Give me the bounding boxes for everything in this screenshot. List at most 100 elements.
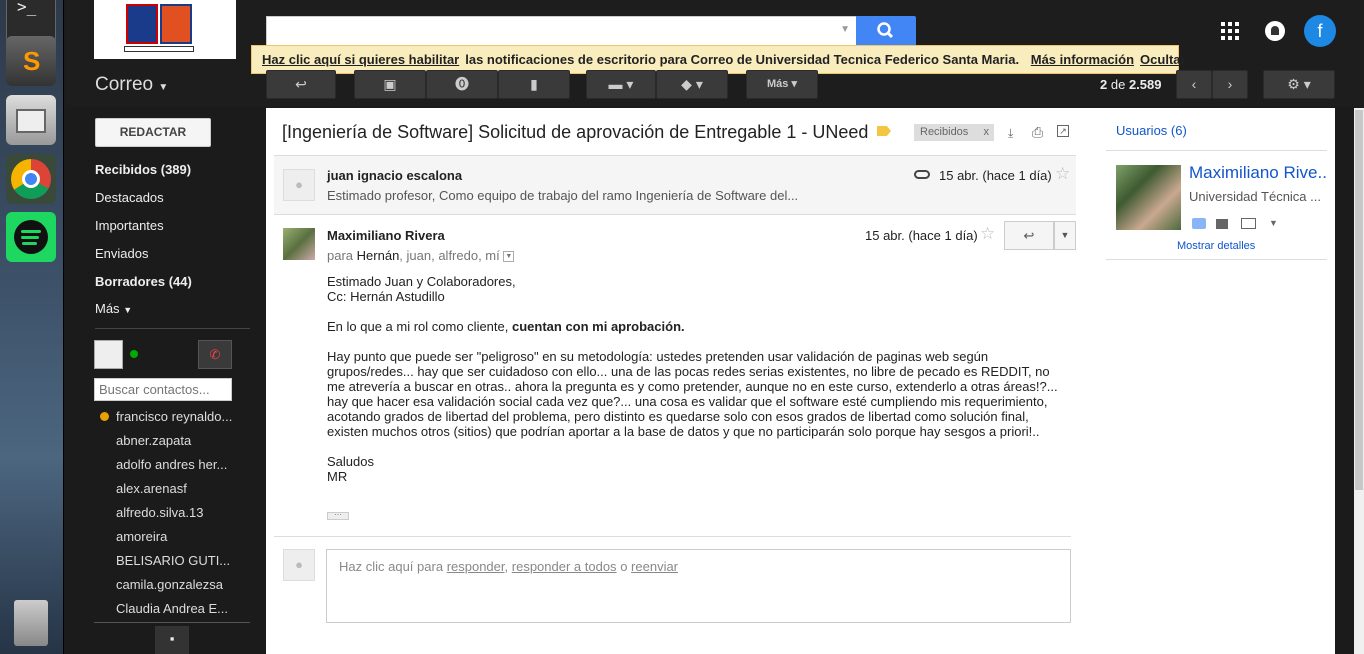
- body-signature: MR: [327, 469, 348, 484]
- sender-avatar: ●: [283, 169, 315, 201]
- sublime-text-icon[interactable]: S: [6, 36, 56, 86]
- account-avatar[interactable]: f: [1304, 15, 1336, 47]
- contact-item[interactable]: alfredo.silva.13: [116, 505, 236, 520]
- newer-button[interactable]: ‹: [1176, 70, 1212, 99]
- report-spam-button[interactable]: ⓿: [426, 70, 498, 99]
- users-header[interactable]: Usuarios (6): [1116, 123, 1187, 138]
- sender-name[interactable]: juan ignacio escalona: [327, 168, 462, 183]
- chrome-icon[interactable]: [6, 154, 56, 204]
- labels-button[interactable]: ◆ ▾: [656, 70, 728, 99]
- chevron-right-icon: ›: [1227, 76, 1233, 92]
- more-info-link[interactable]: Más información: [1031, 52, 1134, 67]
- more-actions-button[interactable]: Más ▾: [746, 70, 818, 99]
- nav-starred[interactable]: Destacados: [95, 190, 164, 205]
- move-to-button[interactable]: ▬ ▾: [586, 70, 656, 99]
- spam-icon: ⓿: [455, 76, 469, 92]
- sender-name[interactable]: Maximiliano Rivera: [327, 228, 445, 243]
- phone-call-icon[interactable]: ✆: [198, 340, 232, 369]
- university-logo[interactable]: [94, 0, 236, 59]
- scrollbar[interactable]: [1354, 108, 1364, 654]
- nav-inbox[interactable]: Recibidos (389): [95, 162, 191, 177]
- archive-button[interactable]: ▣: [354, 70, 426, 99]
- status-online-icon[interactable]: [130, 350, 138, 358]
- contact-item[interactable]: Claudia Andrea E...: [116, 601, 236, 616]
- delete-button[interactable]: ▮: [498, 70, 570, 99]
- nav-more[interactable]: Más ▼: [95, 301, 132, 316]
- forward-link[interactable]: reenviar: [631, 559, 678, 574]
- contact-item[interactable]: amoreira: [116, 529, 236, 544]
- body-signoff: Saludos: [327, 454, 374, 469]
- contact-organization: Universidad Técnica ...: [1189, 189, 1321, 204]
- notifications-bell-icon[interactable]: [1265, 21, 1285, 41]
- label-chip: Recibidos x: [914, 124, 994, 141]
- body-paragraph: En lo que a mi rol como cliente, cuentan…: [327, 319, 685, 334]
- new-window-icon[interactable]: ↗: [1057, 125, 1069, 137]
- search-options-icon[interactable]: ▼: [840, 24, 850, 35]
- contact-name[interactable]: Maximiliano Rive...: [1189, 163, 1327, 183]
- search-icon: [877, 22, 894, 39]
- contact-item[interactable]: francisco reynaldo...: [116, 409, 236, 424]
- remove-label-icon[interactable]: x: [984, 124, 990, 141]
- message-snippet: Estimado profesor, Como equipo de trabaj…: [327, 188, 799, 203]
- spotify-icon[interactable]: [6, 212, 56, 262]
- contact-item[interactable]: alex.arenasf: [116, 481, 236, 496]
- show-trimmed-content-icon[interactable]: ···: [327, 511, 349, 520]
- search-button[interactable]: [856, 16, 916, 46]
- contact-item[interactable]: adolfo andres her...: [116, 457, 236, 472]
- apps-grid-icon[interactable]: [1221, 22, 1239, 43]
- folder-icon: ▬ ▾: [608, 76, 634, 92]
- email-icon[interactable]: [1241, 218, 1256, 229]
- print-icon[interactable]: ⎙: [1032, 124, 1043, 141]
- chevron-down-icon: ▼: [1060, 230, 1070, 240]
- thread-subject: [Ingeniería de Software] Solicitud de ap…: [282, 122, 869, 142]
- hide-banner-link[interactable]: Ocultar: [1140, 52, 1186, 67]
- archive-icon: ▣: [383, 76, 397, 92]
- chat-icon[interactable]: [1192, 218, 1206, 229]
- back-to-inbox-button[interactable]: ↩: [266, 70, 336, 99]
- contact-photo: [1116, 165, 1181, 230]
- trash-icon[interactable]: [6, 598, 56, 648]
- message-body: Estimado Juan y Colaboradores, Cc: Herná…: [327, 274, 1062, 484]
- status-idle-icon: [100, 412, 109, 421]
- reply-icon: ↩: [1023, 228, 1035, 243]
- files-icon[interactable]: [6, 95, 56, 145]
- nav-important[interactable]: Importantes: [95, 218, 164, 233]
- collapsed-message[interactable]: [274, 155, 1076, 215]
- contact-item[interactable]: camila.gonzalezsa: [116, 577, 236, 592]
- more-options-button[interactable]: ▼: [1054, 221, 1076, 250]
- reply-all-link[interactable]: responder a todos: [512, 559, 617, 574]
- chat-bubble-icon[interactable]: ▪: [155, 626, 189, 654]
- settings-button[interactable]: ⚙ ▾: [1263, 70, 1335, 99]
- arrow-left-icon: ↩: [295, 76, 307, 92]
- search-input[interactable]: ▼: [266, 16, 857, 46]
- chevron-down-icon[interactable]: ▼: [1269, 218, 1278, 228]
- hangouts-avatar[interactable]: [94, 340, 123, 369]
- reply-box[interactable]: Haz clic aquí para responder, responder …: [326, 549, 1071, 623]
- nav-drafts[interactable]: Borradores (44): [95, 274, 192, 289]
- star-icon[interactable]: ☆: [1055, 164, 1070, 184]
- search-contacts-input[interactable]: [94, 378, 232, 401]
- body-cc: Cc: Hernán Astudillo: [327, 289, 445, 304]
- download-icon[interactable]: ⤓: [1008, 126, 1013, 141]
- notification-message: las notificaciones de escritorio para Co…: [465, 52, 1020, 67]
- older-button[interactable]: ›: [1212, 70, 1248, 99]
- app-switcher[interactable]: Correo ▼: [95, 74, 168, 96]
- message-date: 15 abr. (hace 1 día): [865, 228, 978, 243]
- show-details-link[interactable]: Mostrar detalles: [1177, 240, 1255, 252]
- contact-item[interactable]: abner.zapata: [116, 433, 236, 448]
- reply-link[interactable]: responder: [447, 559, 505, 574]
- video-call-icon[interactable]: [1216, 219, 1228, 229]
- trash-icon: ▮: [530, 76, 538, 92]
- show-details-icon[interactable]: ▼: [503, 251, 515, 263]
- body-paragraph: Hay punto que puede ser "peligroso" en s…: [327, 349, 1058, 439]
- nav-sent[interactable]: Enviados: [95, 246, 148, 261]
- contact-item[interactable]: BELISARIO GUTI...: [116, 553, 236, 568]
- launcher-dock: >_ S: [0, 0, 64, 654]
- pagination-counter: 2 de 2.589: [1100, 77, 1162, 92]
- reply-button[interactable]: ↩: [1004, 221, 1054, 250]
- star-icon[interactable]: ☆: [980, 224, 995, 244]
- enable-notifications-link[interactable]: Haz clic aquí si quieres habilitar: [262, 52, 459, 67]
- sender-photo: [283, 228, 315, 260]
- compose-button[interactable]: REDACTAR: [95, 118, 211, 147]
- recipients-line: para Hernán, juan, alfredo, mí ▼: [327, 248, 515, 263]
